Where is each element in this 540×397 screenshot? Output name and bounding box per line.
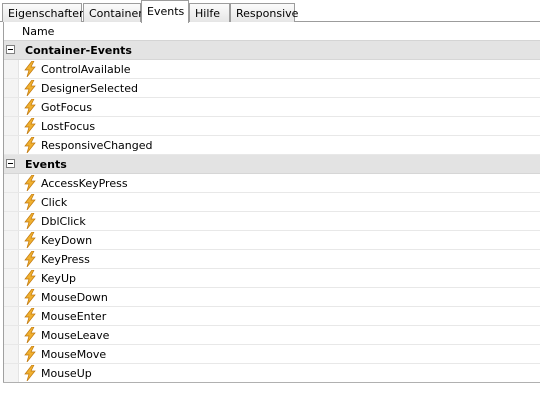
row-gutter (4, 193, 19, 211)
category-row[interactable]: Events (4, 155, 540, 174)
event-row[interactable]: DblClick (4, 212, 540, 231)
tab-bar: Eigenschaften Container Events Hilfe Res… (0, 0, 540, 23)
grid-bottom-border (3, 382, 540, 383)
event-name: DesignerSelected (41, 82, 138, 95)
event-row[interactable]: KeyUp (4, 269, 540, 288)
event-row[interactable]: ControlAvailable (4, 60, 540, 79)
event-name: MouseMove (41, 348, 107, 361)
tab-events[interactable]: Events (141, 0, 189, 23)
event-row[interactable]: KeyPress (4, 250, 540, 269)
category-label: Container-Events (25, 44, 132, 57)
lightning-bolt-icon (24, 117, 36, 135)
lightning-bolt-icon (24, 307, 36, 325)
event-row[interactable]: MouseLeave (4, 326, 540, 345)
row-gutter (4, 136, 19, 154)
event-row[interactable]: LostFocus (4, 117, 540, 136)
event-name: MouseUp (41, 367, 92, 380)
row-gutter (4, 288, 19, 306)
event-row[interactable]: MouseUp (4, 364, 540, 383)
column-header: Name (4, 22, 540, 41)
row-gutter (4, 326, 19, 344)
event-name: KeyPress (41, 253, 90, 266)
row-gutter (4, 250, 19, 268)
tab-label: Events (147, 5, 185, 18)
event-name: KeyDown (41, 234, 93, 247)
tab-label: Hilfe (195, 7, 221, 20)
event-name: DblClick (41, 215, 86, 228)
row-gutter (4, 307, 19, 325)
row-gutter (4, 269, 19, 287)
event-name: MouseLeave (41, 329, 110, 342)
row-gutter (4, 345, 19, 363)
event-row[interactable]: KeyDown (4, 231, 540, 250)
event-name: ControlAvailable (41, 63, 131, 76)
tab-label: Eigenschaften (8, 7, 86, 20)
event-name: KeyUp (41, 272, 76, 285)
lightning-bolt-icon (24, 364, 36, 382)
event-row[interactable]: MouseMove (4, 345, 540, 364)
lightning-bolt-icon (24, 269, 36, 287)
lightning-bolt-icon (24, 174, 36, 192)
lightning-bolt-icon (24, 326, 36, 344)
lightning-bolt-icon (24, 60, 36, 78)
lightning-bolt-icon (24, 288, 36, 306)
tab-label: Container (89, 7, 143, 20)
lightning-bolt-icon (24, 136, 36, 154)
property-grid: Name Container-Events ControlAvailable Des… (3, 22, 540, 383)
lightning-bolt-icon (24, 193, 36, 211)
category-row[interactable]: Container-Events (4, 41, 540, 60)
row-gutter (4, 117, 19, 135)
event-name: ResponsiveChanged (41, 139, 153, 152)
tab-eigenschaften[interactable]: Eigenschaften (2, 3, 86, 22)
lightning-bolt-icon (24, 98, 36, 116)
event-row[interactable]: MouseDown (4, 288, 540, 307)
category-label: Events (25, 158, 67, 171)
event-name: LostFocus (41, 120, 96, 133)
lightning-bolt-icon (24, 79, 36, 97)
collapse-minus-icon[interactable] (6, 159, 15, 168)
tab-responsive[interactable]: Responsive (230, 3, 299, 22)
event-row[interactable]: ResponsiveChanged (4, 136, 540, 155)
lightning-bolt-icon (24, 345, 36, 363)
row-gutter (4, 79, 19, 97)
event-name: Click (41, 196, 68, 209)
row-gutter (4, 212, 19, 230)
event-name: MouseDown (41, 291, 108, 304)
row-gutter (4, 60, 19, 78)
tab-label: Responsive (236, 7, 299, 20)
row-gutter (4, 364, 19, 382)
event-name: MouseEnter (41, 310, 107, 323)
row-gutter (4, 98, 19, 116)
lightning-bolt-icon (24, 231, 36, 249)
lightning-bolt-icon (24, 250, 36, 268)
tab-hilfe[interactable]: Hilfe (189, 3, 230, 22)
column-header-name: Name (22, 25, 55, 38)
event-row[interactable]: Click (4, 193, 540, 212)
event-row[interactable]: AccessKeyPress (4, 174, 540, 193)
tab-container[interactable]: Container (83, 3, 143, 22)
event-row[interactable]: DesignerSelected (4, 79, 540, 98)
row-gutter (4, 174, 19, 192)
event-name: GotFocus (41, 101, 92, 114)
lightning-bolt-icon (24, 212, 36, 230)
event-row[interactable]: MouseEnter (4, 307, 540, 326)
event-name: AccessKeyPress (41, 177, 128, 190)
event-row[interactable]: GotFocus (4, 98, 540, 117)
property-rows: Container-Events ControlAvailable Designer… (4, 41, 540, 383)
row-gutter (4, 231, 19, 249)
collapse-minus-icon[interactable] (6, 45, 15, 54)
